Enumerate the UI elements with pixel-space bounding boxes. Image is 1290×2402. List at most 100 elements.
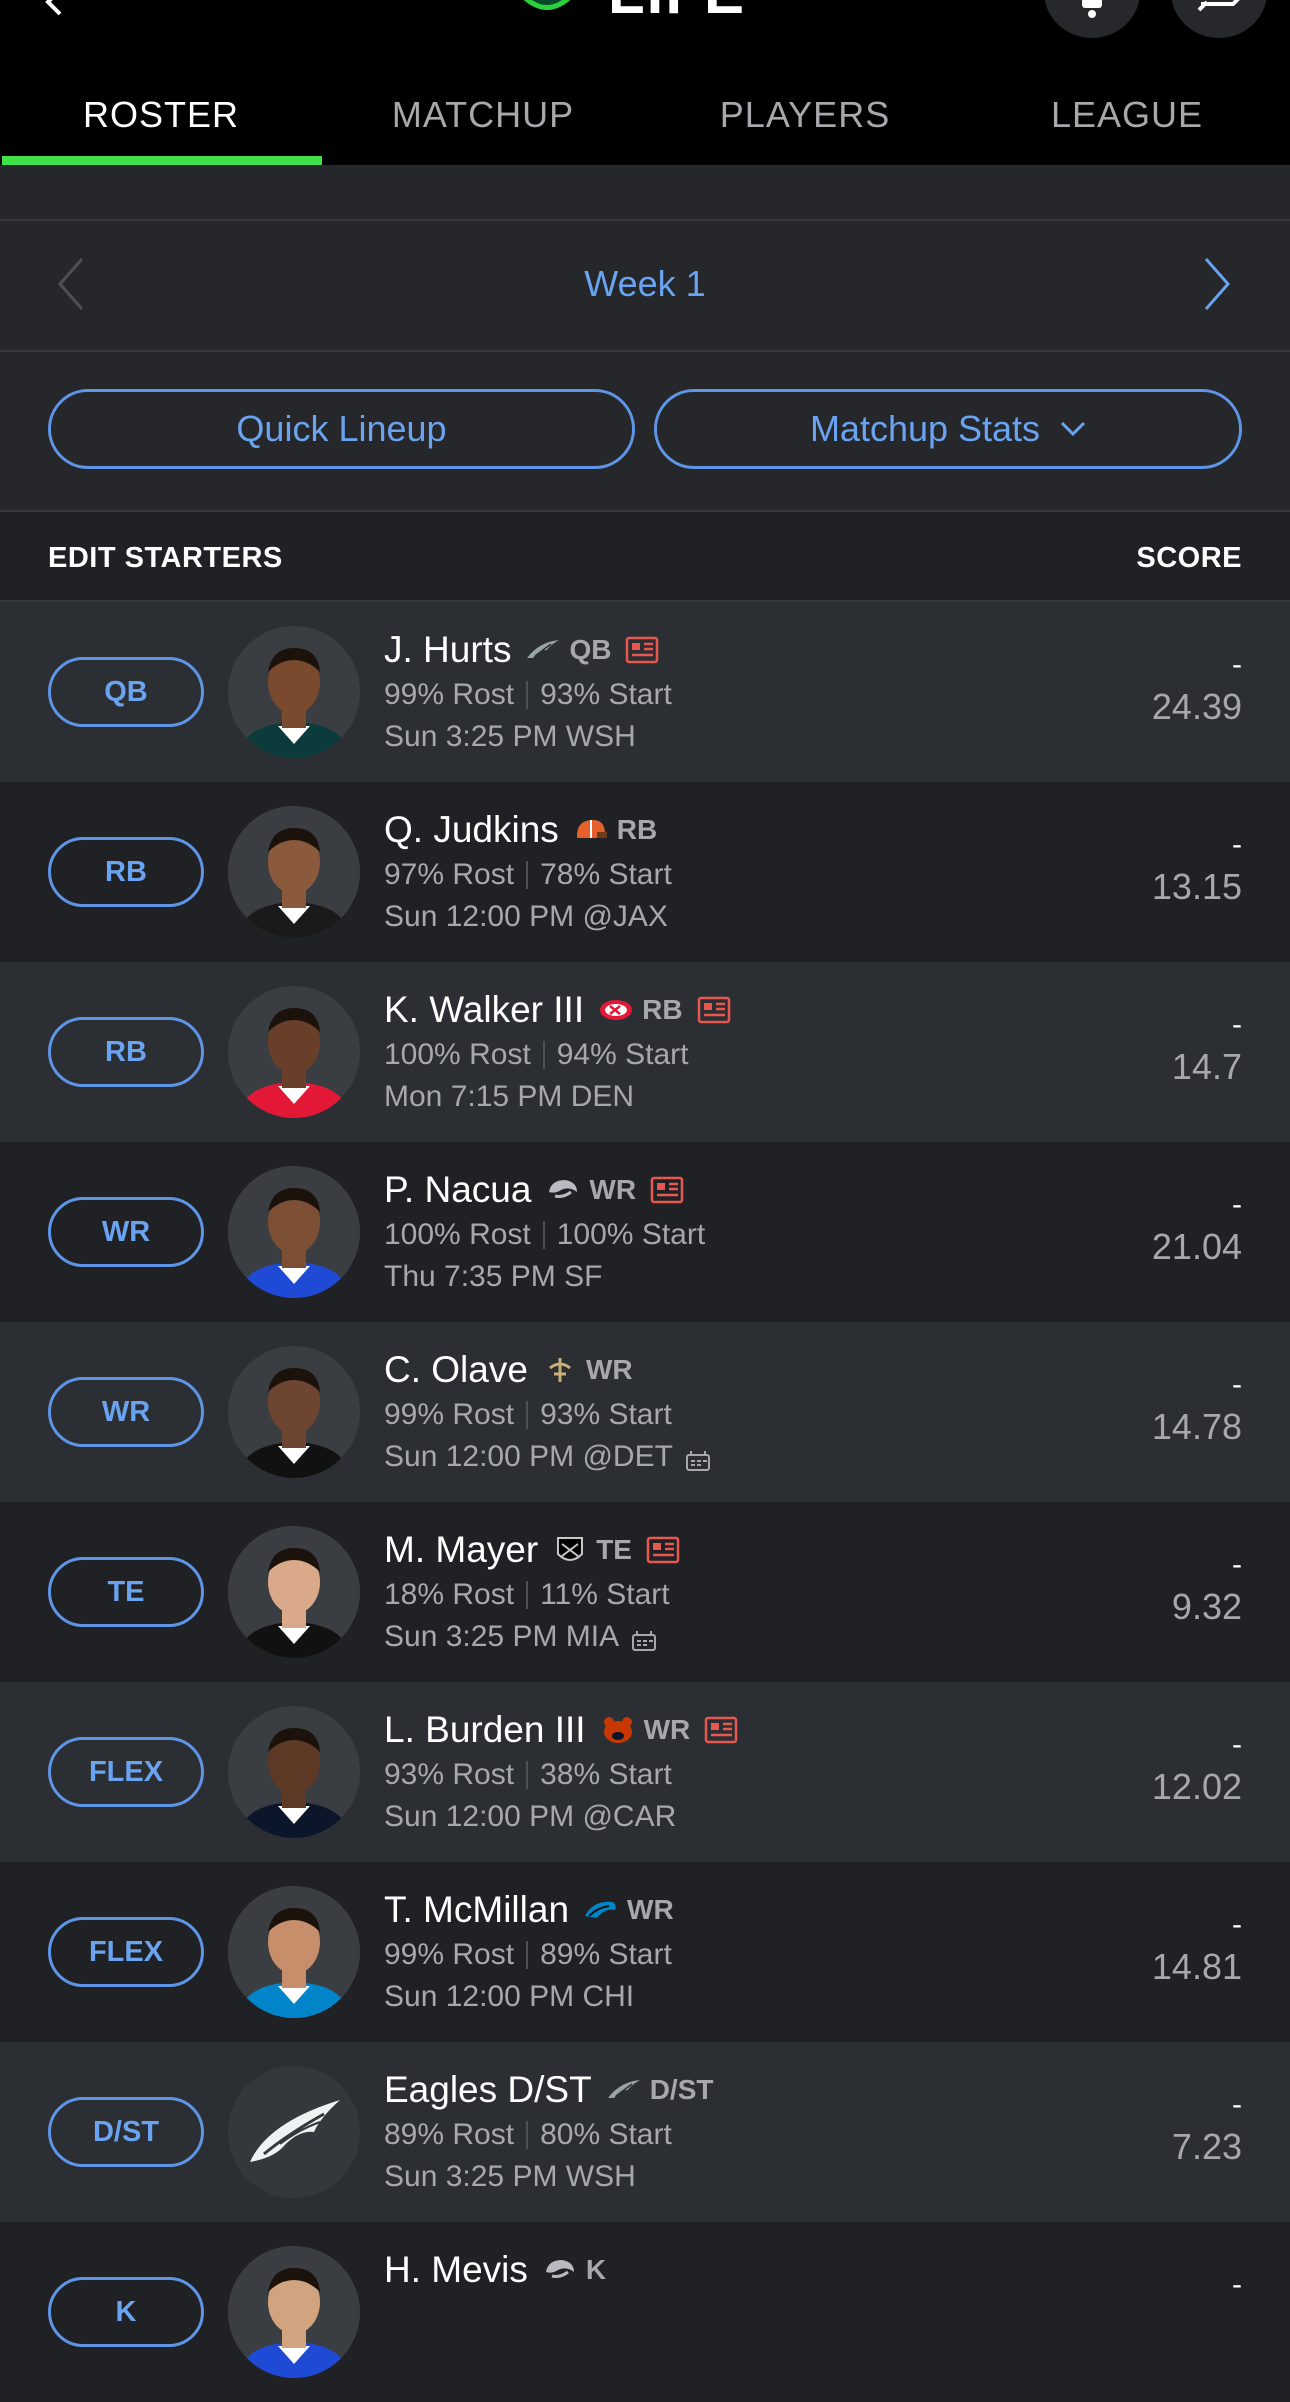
player-avatar[interactable]	[228, 806, 360, 938]
game-info: Sun 3:25 PM WSH	[384, 2160, 636, 2194]
player-avatar[interactable]	[228, 1166, 360, 1298]
tab-roster[interactable]: ROSTER	[0, 65, 322, 165]
week-label[interactable]: Week 1	[0, 263, 1290, 305]
start-percent: 100% Start	[556, 1218, 706, 1251]
player-name[interactable]: J. Hurts	[384, 629, 511, 671]
saints-icon	[542, 1356, 578, 1384]
roster-row[interactable]: TE M. Mayer TE 18% Rost 11% Start Sun 3:25 PM…	[0, 1502, 1290, 1682]
game-info: Sun 12:00 PM @CAR	[384, 1800, 676, 1834]
roster-row[interactable]: K H. Mevis K -	[0, 2222, 1290, 2402]
player-position: TE	[596, 1534, 632, 1565]
game-info: Sun 3:25 PM MIA	[384, 1620, 657, 1654]
slot-button[interactable]: WR	[48, 1377, 204, 1447]
projected-score[interactable]: 9.32	[1172, 1586, 1242, 1628]
game-time[interactable]: Sun 3:25 PM MIA	[384, 1620, 619, 1654]
roster-row[interactable]: RB K. Walker III RB 100% Rost 94% Start Mon 7…	[0, 962, 1290, 1142]
slot-button[interactable]: TE	[48, 1557, 204, 1627]
tab-matchup[interactable]: MATCHUP	[322, 65, 644, 165]
news-icon[interactable]	[650, 1176, 684, 1204]
player-avatar[interactable]	[228, 1526, 360, 1658]
player-name-line: J. Hurts QB	[384, 628, 659, 672]
player-avatar[interactable]	[228, 1346, 360, 1478]
rams-icon	[545, 1176, 581, 1204]
slot-button[interactable]: RB	[48, 837, 204, 907]
tab-league[interactable]: LEAGUE	[966, 65, 1288, 165]
player-name[interactable]: M. Mayer	[384, 1529, 538, 1571]
roster-stats: 99% Rost 89% Start	[384, 1938, 672, 1972]
projected-dash: -	[1232, 2088, 1242, 2121]
start-percent: 11% Start	[540, 1578, 670, 1611]
projected-dash: -	[1232, 648, 1242, 681]
slot-button[interactable]: D/ST	[48, 2097, 204, 2167]
game-time[interactable]: Sun 12:00 PM @JAX	[384, 900, 668, 934]
player-avatar[interactable]	[228, 626, 360, 758]
projected-score[interactable]: 21.04	[1152, 1226, 1242, 1268]
game-time[interactable]: Sun 3:25 PM WSH	[384, 2160, 636, 2194]
player-name[interactable]: P. Nacua	[384, 1169, 531, 1211]
roster-row[interactable]: FLEX L. Burden III WR 93% Rost 38% Start Sun …	[0, 1682, 1290, 1862]
projected-score[interactable]: 14.78	[1152, 1406, 1242, 1448]
slot-button[interactable]: FLEX	[48, 1917, 204, 1987]
player-avatar[interactable]	[228, 2066, 360, 2198]
news-icon[interactable]	[625, 636, 659, 664]
weather-icon[interactable]	[685, 1446, 711, 1471]
league-title[interactable]: LIFE	[608, 0, 746, 27]
panthers-icon	[583, 1896, 619, 1924]
notifications-button[interactable]	[1044, 0, 1140, 38]
matchup-stats-button[interactable]: Matchup Stats	[654, 389, 1242, 469]
slot-button[interactable]: RB	[48, 1017, 204, 1087]
projected-score[interactable]: 12.02	[1152, 1766, 1242, 1808]
projected-score[interactable]: 24.39	[1152, 686, 1242, 728]
slot-button[interactable]: K	[48, 2277, 204, 2347]
separator	[526, 681, 529, 709]
roster-row[interactable]: D/ST Eagles D/ST D/ST 89% Rost 80% Start Sun …	[0, 2042, 1290, 2222]
player-name[interactable]: H. Mevis	[384, 2249, 528, 2291]
top-bar: LIFE ROSTER MATCHUP PLAYERS LEAGUE	[0, 0, 1290, 165]
weather-icon[interactable]	[631, 1626, 657, 1651]
projected-score[interactable]: 13.15	[1152, 866, 1242, 908]
start-percent: 93% Start	[540, 678, 672, 711]
player-avatar[interactable]	[228, 986, 360, 1118]
roster-row[interactable]: FLEX T. McMillan WR 99% Rost 89% Start Sun 12…	[0, 1862, 1290, 2042]
tab-players[interactable]: PLAYERS	[644, 65, 966, 165]
player-name-line: K. Walker III RB	[384, 988, 731, 1032]
game-time[interactable]: Sun 12:00 PM @CAR	[384, 1800, 676, 1834]
news-icon[interactable]	[704, 1716, 738, 1744]
roster-row[interactable]: WR P. Nacua WR 100% Rost 100% Start Thu 7:35 …	[0, 1142, 1290, 1322]
projected-dash: -	[1232, 2268, 1242, 2301]
slot-button[interactable]: WR	[48, 1197, 204, 1267]
slot-button[interactable]: FLEX	[48, 1737, 204, 1807]
back-arrow-icon[interactable]	[40, 0, 68, 16]
game-time[interactable]: Thu 7:35 PM SF	[384, 1260, 602, 1294]
player-name[interactable]: T. McMillan	[384, 1889, 569, 1931]
player-name[interactable]: L. Burden III	[384, 1709, 586, 1751]
game-time[interactable]: Mon 7:15 PM DEN	[384, 1080, 634, 1114]
quick-lineup-button[interactable]: Quick Lineup	[48, 389, 635, 469]
roster-stats: 100% Rost 100% Start	[384, 1218, 705, 1252]
game-time[interactable]: Sun 12:00 PM CHI	[384, 1980, 634, 2014]
slot-button[interactable]: QB	[48, 657, 204, 727]
projected-dash: -	[1232, 1008, 1242, 1041]
eagles-icon	[525, 636, 561, 664]
projected-score[interactable]: 7.23	[1172, 2126, 1242, 2168]
chevron-right-icon[interactable]	[1196, 255, 1236, 313]
player-avatar[interactable]	[228, 1886, 360, 2018]
player-name[interactable]: C. Olave	[384, 1349, 528, 1391]
news-icon[interactable]	[697, 996, 731, 1024]
projected-score[interactable]: 14.81	[1152, 1946, 1242, 1988]
game-time[interactable]: Sun 3:25 PM WSH	[384, 720, 636, 754]
roster-row[interactable]: WR C. Olave WR 99% Rost 93% Start Sun 12:00 P…	[0, 1322, 1290, 1502]
roster-row[interactable]: QB J. Hurts QB 99% Rost 93% Start Sun 3:25 PM…	[0, 602, 1290, 782]
roster-row[interactable]: RB Q. Judkins RB 97% Rost 78% Start Sun 12:00…	[0, 782, 1290, 962]
player-name[interactable]: Q. Judkins	[384, 809, 559, 851]
projected-score[interactable]: 14.7	[1172, 1046, 1242, 1088]
chat-button[interactable]	[1171, 0, 1267, 38]
news-icon[interactable]	[646, 1536, 680, 1564]
game-time[interactable]: Sun 12:00 PM @DET	[384, 1440, 673, 1474]
edit-starters-label[interactable]: EDIT STARTERS	[48, 542, 283, 575]
player-avatar[interactable]	[228, 2246, 360, 2378]
player-avatar[interactable]	[228, 1706, 360, 1838]
player-name[interactable]: Eagles D/ST	[384, 2069, 592, 2111]
rost-percent: 99% Rost	[384, 1938, 515, 1971]
player-name[interactable]: K. Walker III	[384, 989, 584, 1031]
